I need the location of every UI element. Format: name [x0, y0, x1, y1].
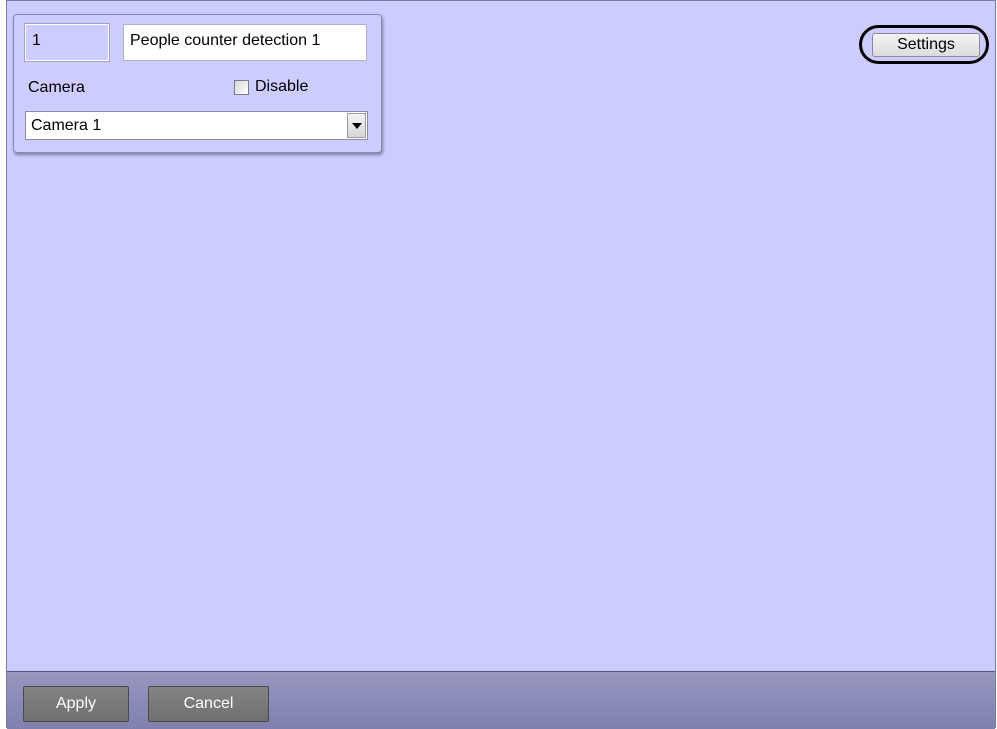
- settings-button[interactable]: Settings: [872, 33, 980, 57]
- footer-bar: Apply Cancel: [7, 671, 995, 729]
- camera-select[interactable]: Camera 1: [25, 111, 368, 140]
- disable-checkbox[interactable]: [234, 79, 249, 95]
- chevron-down-icon: [351, 122, 362, 129]
- disable-label: Disable: [255, 78, 309, 95]
- disable-checkbox-control[interactable]: Disable: [234, 77, 308, 97]
- apply-button[interactable]: Apply: [23, 686, 129, 722]
- cancel-button[interactable]: Cancel: [148, 686, 269, 722]
- camera-label: Camera: [28, 79, 85, 96]
- object-properties-panel: 1 People counter detection 1 Camera Disa…: [13, 14, 382, 153]
- settings-button-highlight: Settings: [859, 25, 989, 64]
- object-name-field[interactable]: People counter detection 1: [123, 24, 367, 61]
- object-id-field[interactable]: 1: [24, 23, 110, 62]
- camera-dropdown-button[interactable]: [347, 113, 366, 138]
- settings-window: 1 People counter detection 1 Camera Disa…: [6, 0, 996, 729]
- camera-select-value: Camera 1: [31, 117, 102, 134]
